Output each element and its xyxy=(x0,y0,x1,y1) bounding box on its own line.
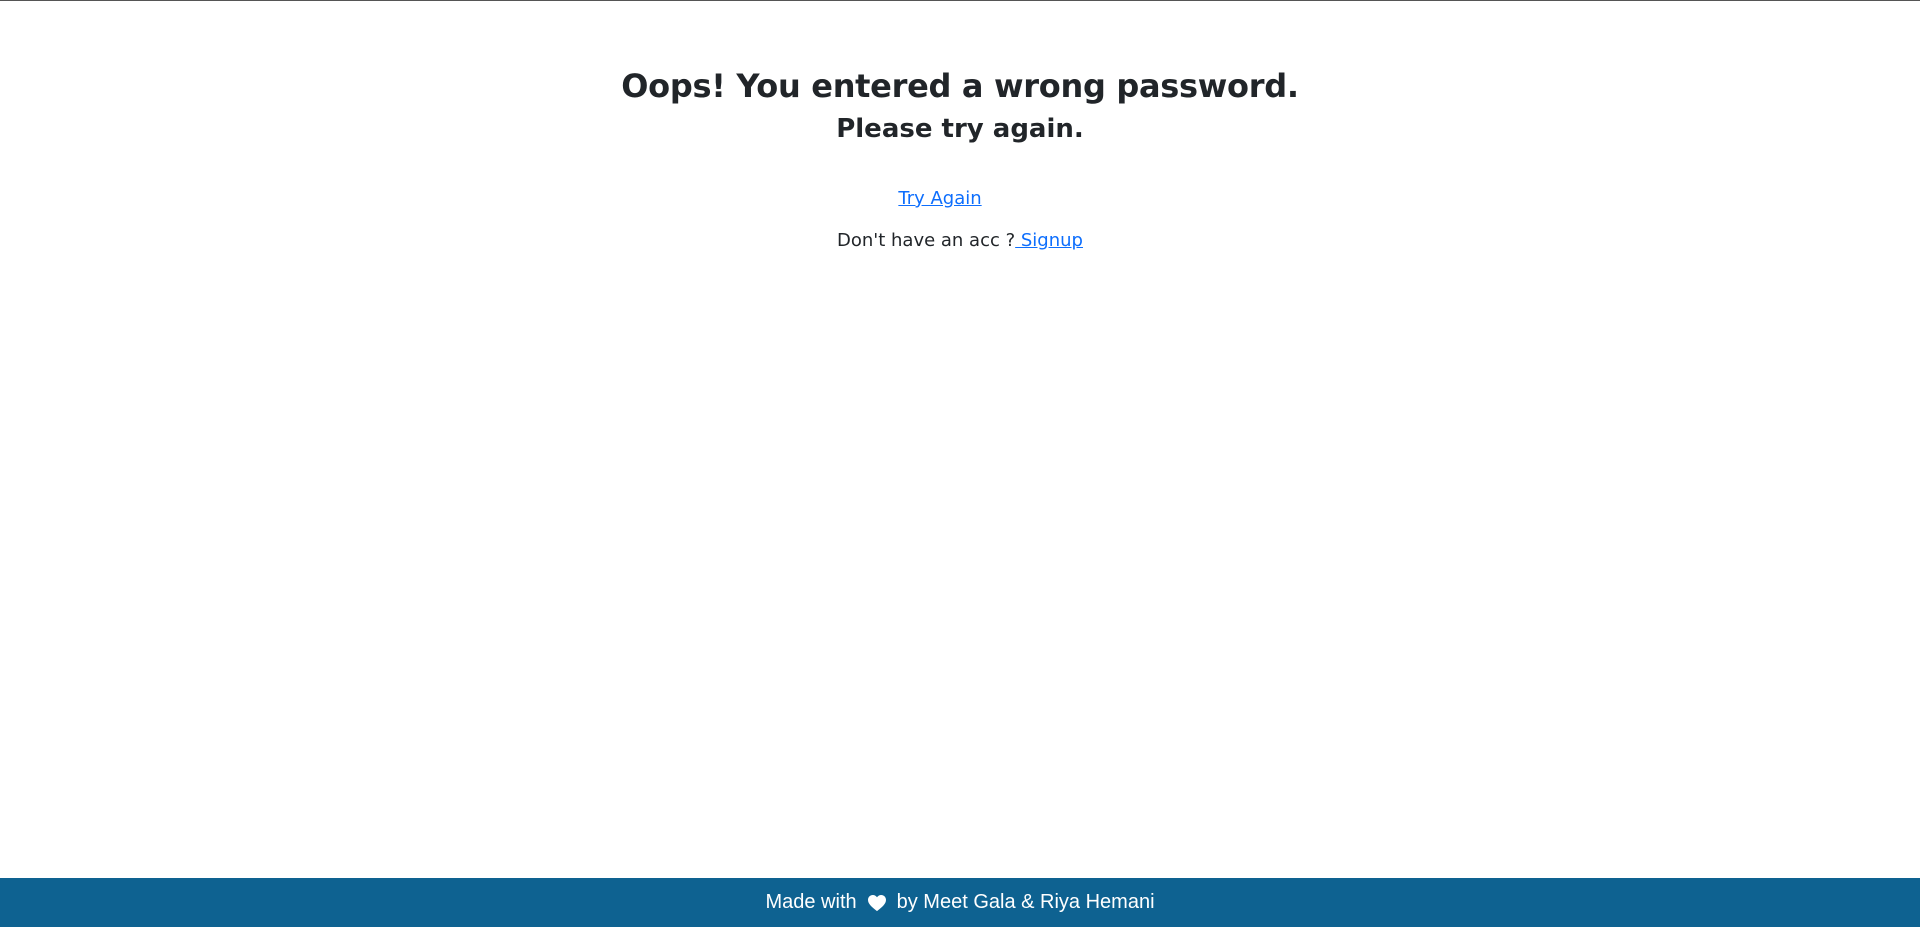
error-subline: Please try again. xyxy=(836,114,1084,144)
heart-icon xyxy=(867,894,887,912)
footer-prefix: Made with xyxy=(765,891,857,913)
error-headline: Oops! You entered a wrong password. xyxy=(621,67,1299,105)
footer-credits: by Meet Gala & Riya Hemani xyxy=(896,891,1155,913)
signup-link[interactable]: Signup xyxy=(1015,230,1083,251)
signup-prompt: Don't have an acc ? xyxy=(837,230,1016,251)
try-again-row: Try Again xyxy=(0,186,1920,212)
try-again-link[interactable]: Try Again xyxy=(898,188,981,209)
footer: Made with by Meet Gala & Riya Hemani xyxy=(0,878,1920,927)
page: Oops! You entered a wrong password. Plea… xyxy=(0,0,1920,927)
signup-row: Don't have an acc ? Signup xyxy=(0,228,1920,254)
main-content: Oops! You entered a wrong password. Plea… xyxy=(0,0,1920,254)
